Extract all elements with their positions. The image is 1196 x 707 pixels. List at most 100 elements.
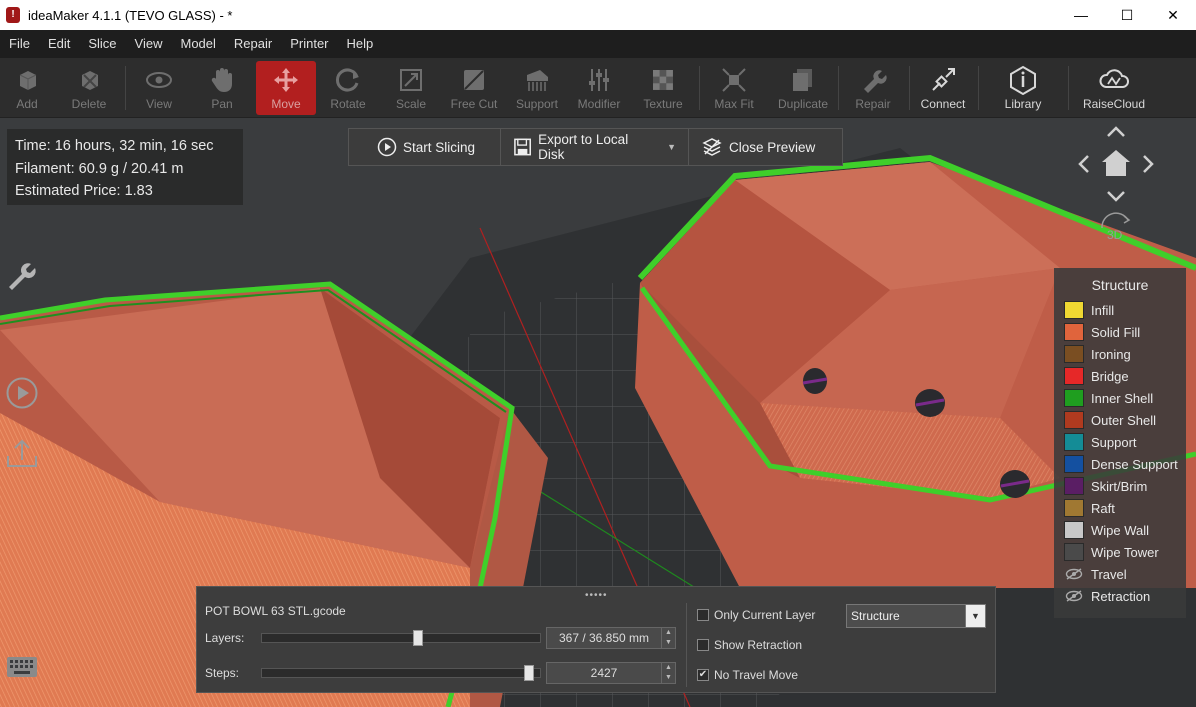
support-icon [527, 70, 548, 91]
tool-support[interactable]: Support [507, 61, 567, 115]
rotate-3d-icon[interactable] [1101, 212, 1129, 229]
app-icon: ! [6, 7, 20, 23]
layers-spinbox[interactable]: 367 / 36.850 mm ▲ ▼ [546, 627, 676, 649]
panel-drag-handle[interactable]: ••••• [585, 590, 608, 601]
tool-view[interactable]: View [129, 61, 189, 115]
play-preview-button[interactable] [5, 376, 39, 410]
show-retraction-option[interactable]: Show Retraction [697, 638, 802, 652]
tool-duplicate[interactable]: Duplicate [773, 61, 833, 115]
tool-texture[interactable]: Texture [633, 61, 693, 115]
steps-spinbox[interactable]: 2427 ▲ ▼ [546, 662, 676, 684]
tool-modifier-label: Modifier [577, 97, 621, 111]
legend-item-wipe-wall[interactable]: Wipe Wall [1054, 519, 1186, 541]
home-view-icon[interactable] [1102, 150, 1130, 176]
steps-value[interactable]: 2427 [547, 663, 661, 683]
tool-raisecloud[interactable]: RaiseCloud [1082, 61, 1146, 115]
legend-swatch [1064, 499, 1084, 517]
legend-item-bridge[interactable]: Bridge [1054, 365, 1186, 387]
steps-spin-arrows[interactable]: ▲ ▼ [661, 663, 675, 683]
tool-max-fit[interactable]: Max Fit [704, 61, 764, 115]
legend-item-skirt-brim[interactable]: Skirt/Brim [1054, 475, 1186, 497]
legend-item-outer-shell[interactable]: Outer Shell [1054, 409, 1186, 431]
view-up-arrow-icon[interactable] [1107, 126, 1125, 137]
legend-item-dense-support[interactable]: Dense Support [1054, 453, 1186, 475]
menu-printer[interactable]: Printer [281, 30, 337, 58]
tool-move[interactable]: Move [256, 61, 316, 115]
layers-slider[interactable] [261, 630, 541, 646]
settings-wrench-button[interactable] [5, 257, 39, 291]
legend-item-travel[interactable]: Travel [1054, 563, 1186, 585]
menu-bar: File Edit Slice View Model Repair Printe… [0, 30, 1196, 58]
tool-free-cut[interactable]: Free Cut [444, 61, 504, 115]
legend-swatch [1064, 367, 1084, 385]
menu-edit[interactable]: Edit [39, 30, 79, 58]
view-down-arrow-icon[interactable] [1107, 191, 1125, 202]
export-to-local-disk-button[interactable]: Export to Local Disk ▼ [501, 129, 689, 165]
view-right-arrow-icon[interactable] [1143, 155, 1154, 173]
panel-divider [686, 603, 687, 687]
tool-delete[interactable]: Delete [59, 61, 119, 115]
tool-repair[interactable]: Repair [843, 61, 903, 115]
legend-item-support[interactable]: Support [1054, 431, 1186, 453]
menu-repair[interactable]: Repair [225, 30, 281, 58]
tool-free-cut-label: Free Cut [450, 97, 498, 111]
no-travel-move-checkbox[interactable]: ✔ [697, 669, 709, 681]
window-controls: — ☐ ✕ [1058, 0, 1196, 30]
main-toolbar: Add Delete View Pan Move Rotate Scale Fr… [0, 58, 1196, 118]
menu-file[interactable]: File [0, 30, 39, 58]
upload-button[interactable] [5, 436, 39, 470]
window-title: ideaMaker 4.1.1 (TEVO GLASS) - * [28, 7, 233, 23]
layers-value[interactable]: 367 / 36.850 mm [547, 628, 661, 648]
tool-pan[interactable]: Pan [192, 61, 252, 115]
only-current-layer-checkbox[interactable] [697, 609, 709, 621]
legend-item-inner-shell[interactable]: Inner Shell [1054, 387, 1186, 409]
start-slicing-button[interactable]: Start Slicing [349, 129, 501, 165]
legend-item-infill[interactable]: Infill [1054, 299, 1186, 321]
legend-item-ironing[interactable]: Ironing [1054, 343, 1186, 365]
only-current-layer-option[interactable]: Only Current Layer [697, 608, 815, 622]
chevron-down-icon[interactable]: ▼ [965, 605, 985, 627]
layers-slider-thumb[interactable] [413, 630, 423, 646]
legend-item-raft[interactable]: Raft [1054, 497, 1186, 519]
legend-label: Wipe Wall [1091, 522, 1150, 538]
keyboard-shortcuts-button[interactable] [6, 656, 38, 683]
display-mode-select[interactable]: Structure ▼ [846, 604, 986, 628]
export-dropdown-arrow-icon[interactable]: ▼ [667, 142, 676, 152]
print-time: Time: 16 hours, 32 min, 16 sec [15, 138, 214, 154]
close-button[interactable]: ✕ [1150, 0, 1196, 30]
menu-slice[interactable]: Slice [79, 30, 125, 58]
tool-modifier[interactable]: Modifier [569, 61, 629, 115]
maximize-button[interactable]: ☐ [1104, 0, 1150, 30]
steps-slider[interactable] [261, 665, 541, 681]
legend-item-retraction[interactable]: Retraction [1054, 585, 1186, 607]
tool-scale[interactable]: Scale [381, 61, 441, 115]
tool-connect[interactable]: Connect [913, 61, 973, 115]
tool-add[interactable]: Add [0, 61, 57, 115]
legend-label: Dense Support [1091, 456, 1178, 472]
steps-slider-thumb[interactable] [524, 665, 534, 681]
legend-item-wipe-tower[interactable]: Wipe Tower [1054, 541, 1186, 563]
no-travel-move-option[interactable]: ✔ No Travel Move [697, 668, 798, 682]
toolbar-separator [699, 66, 700, 110]
toolbar-separator [978, 66, 979, 110]
spin-down-icon[interactable]: ▼ [662, 638, 675, 648]
tool-rotate-label: Rotate [330, 97, 366, 111]
menu-model[interactable]: Model [172, 30, 225, 58]
spin-up-icon[interactable]: ▲ [662, 663, 675, 673]
minimize-button[interactable]: — [1058, 0, 1104, 30]
tool-library[interactable]: Library [993, 61, 1053, 115]
legend-swatch [1064, 389, 1084, 407]
legend-swatch [1064, 477, 1084, 495]
menu-help[interactable]: Help [338, 30, 383, 58]
spin-up-icon[interactable]: ▲ [662, 628, 675, 638]
tool-rotate[interactable]: Rotate [318, 61, 378, 115]
view-left-arrow-icon[interactable] [1078, 155, 1089, 173]
menu-view[interactable]: View [126, 30, 172, 58]
spin-down-icon[interactable]: ▼ [662, 673, 675, 683]
tool-library-label: Library [1004, 97, 1042, 111]
close-preview-button[interactable]: Close Preview [689, 129, 842, 165]
layers-spin-arrows[interactable]: ▲ ▼ [661, 628, 675, 648]
legend-item-solid-fill[interactable]: Solid Fill [1054, 321, 1186, 343]
max-fit-icon [722, 68, 746, 92]
show-retraction-checkbox[interactable] [697, 639, 709, 651]
